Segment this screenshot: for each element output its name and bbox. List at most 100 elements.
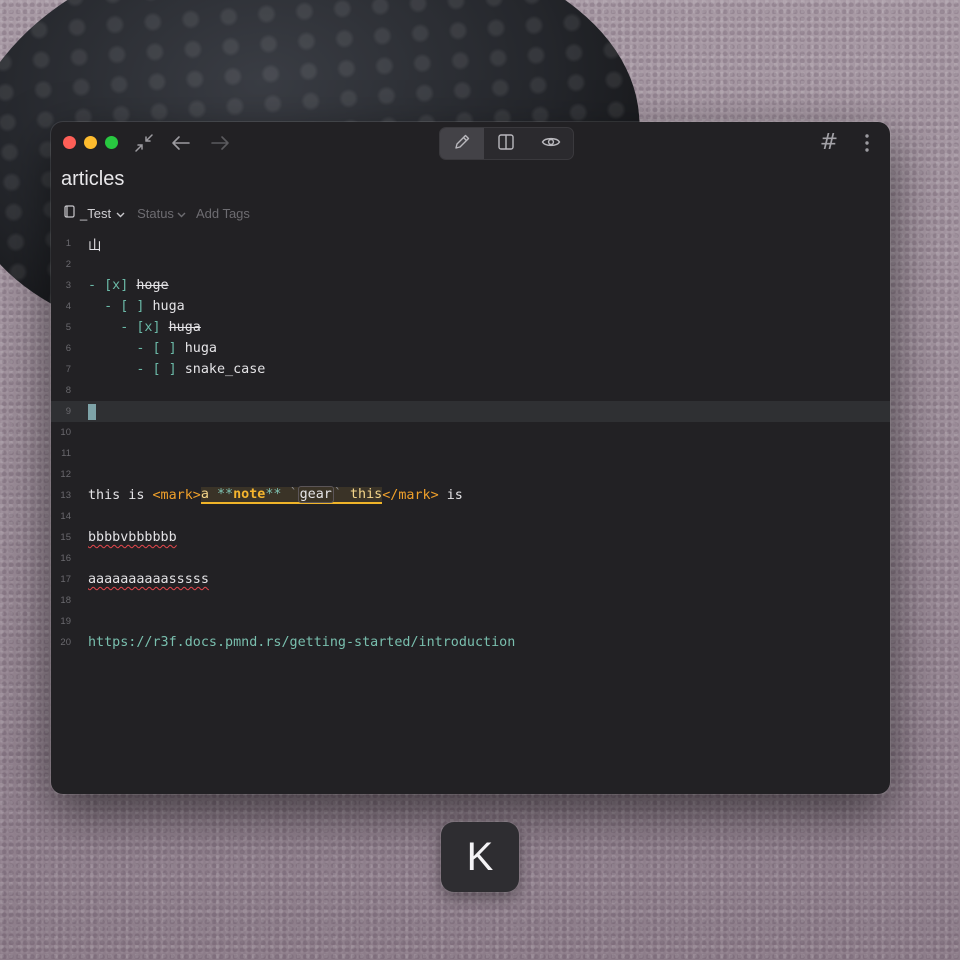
line-text: 山 <box>88 238 102 254</box>
text: a <box>200 487 217 502</box>
editor-line[interactable]: 7 - [ ] snake_case <box>51 359 890 380</box>
notebook-selector[interactable]: _Test <box>64 205 125 221</box>
split-view-button[interactable] <box>484 128 528 159</box>
text-cursor <box>88 403 96 420</box>
checkbox-unchecked[interactable]: [ ] <box>120 299 144 314</box>
editor-line[interactable]: 18 <box>51 590 890 611</box>
editor-line[interactable]: 3 - [x] hoge <box>51 275 890 296</box>
checkbox-unchecked[interactable]: [ ] <box>153 341 177 356</box>
checkbox-unchecked[interactable]: [ ] <box>153 362 177 377</box>
bold-text: note <box>233 487 266 502</box>
editor-line[interactable]: 8 <box>51 380 890 401</box>
line-number: 11 <box>61 448 71 459</box>
line-number: 4 <box>65 301 71 312</box>
editor-window: # articles _Test Status Add Tags 1 山 2 3… <box>51 122 890 794</box>
line-number: 18 <box>60 595 71 606</box>
editor-line[interactable]: 5 - [x] huga <box>51 317 890 338</box>
more-vertical-icon[interactable] <box>857 131 877 155</box>
editor-line[interactable]: 6 - [ ] huga <box>51 338 890 359</box>
edit-mode-button[interactable] <box>440 128 485 159</box>
notebook-icon <box>64 205 75 221</box>
line-number: 17 <box>60 574 71 585</box>
line-number: 1 <box>65 238 71 249</box>
eye-icon <box>541 133 561 155</box>
forward-arrow-icon[interactable] <box>208 131 232 155</box>
text <box>282 487 290 502</box>
line-number: 5 <box>65 322 71 333</box>
editor-line[interactable]: 16 <box>51 548 890 569</box>
back-arrow-icon[interactable] <box>169 131 193 155</box>
preview-mode-button[interactable] <box>529 128 573 159</box>
url-link[interactable]: https://r3f.docs.pmnd.rs/getting-started… <box>88 635 515 650</box>
task-text: huga <box>168 320 201 335</box>
line-number: 8 <box>65 385 71 396</box>
code-tick: ` <box>289 487 298 502</box>
chevron-down-icon <box>177 206 186 221</box>
editor-line[interactable]: 12 <box>51 464 890 485</box>
editor-line[interactable]: 4 - [ ] huga <box>51 296 890 317</box>
editor-line[interactable]: 14 <box>51 506 890 527</box>
status-label: Status <box>137 205 174 221</box>
line-number: 3 <box>65 280 71 291</box>
editor-line-active[interactable]: 9 <box>51 401 890 422</box>
list-dash: - <box>104 299 121 314</box>
editor-line[interactable]: 11 <box>51 443 890 464</box>
hashtag-icon[interactable]: # <box>817 128 841 156</box>
note-meta-bar: _Test Status Add Tags <box>64 205 250 221</box>
line-number: 16 <box>60 553 71 564</box>
editor-line[interactable]: 17 aaaaaaaaaasssss <box>51 569 890 590</box>
html-close-tag: </mark> <box>382 488 438 503</box>
misspelled-text: aaaaaaaaaasssss <box>88 572 209 587</box>
editor-line[interactable]: 1 山 <box>51 233 890 254</box>
text: is <box>438 488 463 503</box>
checkbox-checked[interactable]: [x] <box>136 320 160 335</box>
checkbox-checked[interactable]: [x] <box>104 278 128 293</box>
line-number: 20 <box>60 637 71 648</box>
task-text: huga <box>152 299 185 314</box>
mark-highlight: a **note** ` gear ` this <box>200 486 383 504</box>
view-mode-switcher <box>439 127 574 160</box>
note-title[interactable]: articles <box>61 168 124 191</box>
close-tag-text: </mark> <box>382 488 439 503</box>
zoom-window-button[interactable] <box>105 136 118 149</box>
line-number: 14 <box>60 511 71 522</box>
task-text: snake_case <box>184 362 266 377</box>
pencil-icon <box>453 133 471 155</box>
text: this is <box>88 488 153 503</box>
task-text: hoge <box>136 278 169 293</box>
bold-marker: ** <box>217 487 234 502</box>
list-dash: - <box>136 362 153 377</box>
editor-line[interactable]: 13 this is <mark> a **note** ` gear ` this <… <box>51 485 890 506</box>
line-number: 9 <box>65 406 71 417</box>
bold-marker: ** <box>265 487 282 502</box>
code-tick: ` <box>333 487 342 502</box>
minimize-window-button[interactable] <box>84 136 97 149</box>
window-controls <box>63 136 118 149</box>
editor-line[interactable]: 20 https://r3f.docs.pmnd.rs/getting-star… <box>51 632 890 653</box>
line-number: 7 <box>65 364 71 375</box>
task-text: huga <box>184 341 217 356</box>
code-editor[interactable]: 1 山 2 3 - [x] hoge 4 - [ ] huga 5 - [x] … <box>51 233 890 653</box>
editor-line[interactable]: 19 <box>51 611 890 632</box>
editor-line[interactable]: 15 bbbbvbbbbbb <box>51 527 890 548</box>
line-number: 10 <box>60 427 71 438</box>
editor-line[interactable]: 10 <box>51 422 890 443</box>
keycap-k: K <box>441 822 519 892</box>
line-number: 13 <box>60 490 71 501</box>
text: this <box>341 487 383 502</box>
line-number: 19 <box>60 616 71 627</box>
close-window-button[interactable] <box>63 136 76 149</box>
list-dash: - <box>88 278 105 293</box>
editor-line[interactable]: 2 <box>51 254 890 275</box>
add-tags-button[interactable]: Add Tags <box>196 206 250 221</box>
collapse-icon[interactable] <box>133 132 155 154</box>
status-selector[interactable]: Status <box>137 206 186 221</box>
